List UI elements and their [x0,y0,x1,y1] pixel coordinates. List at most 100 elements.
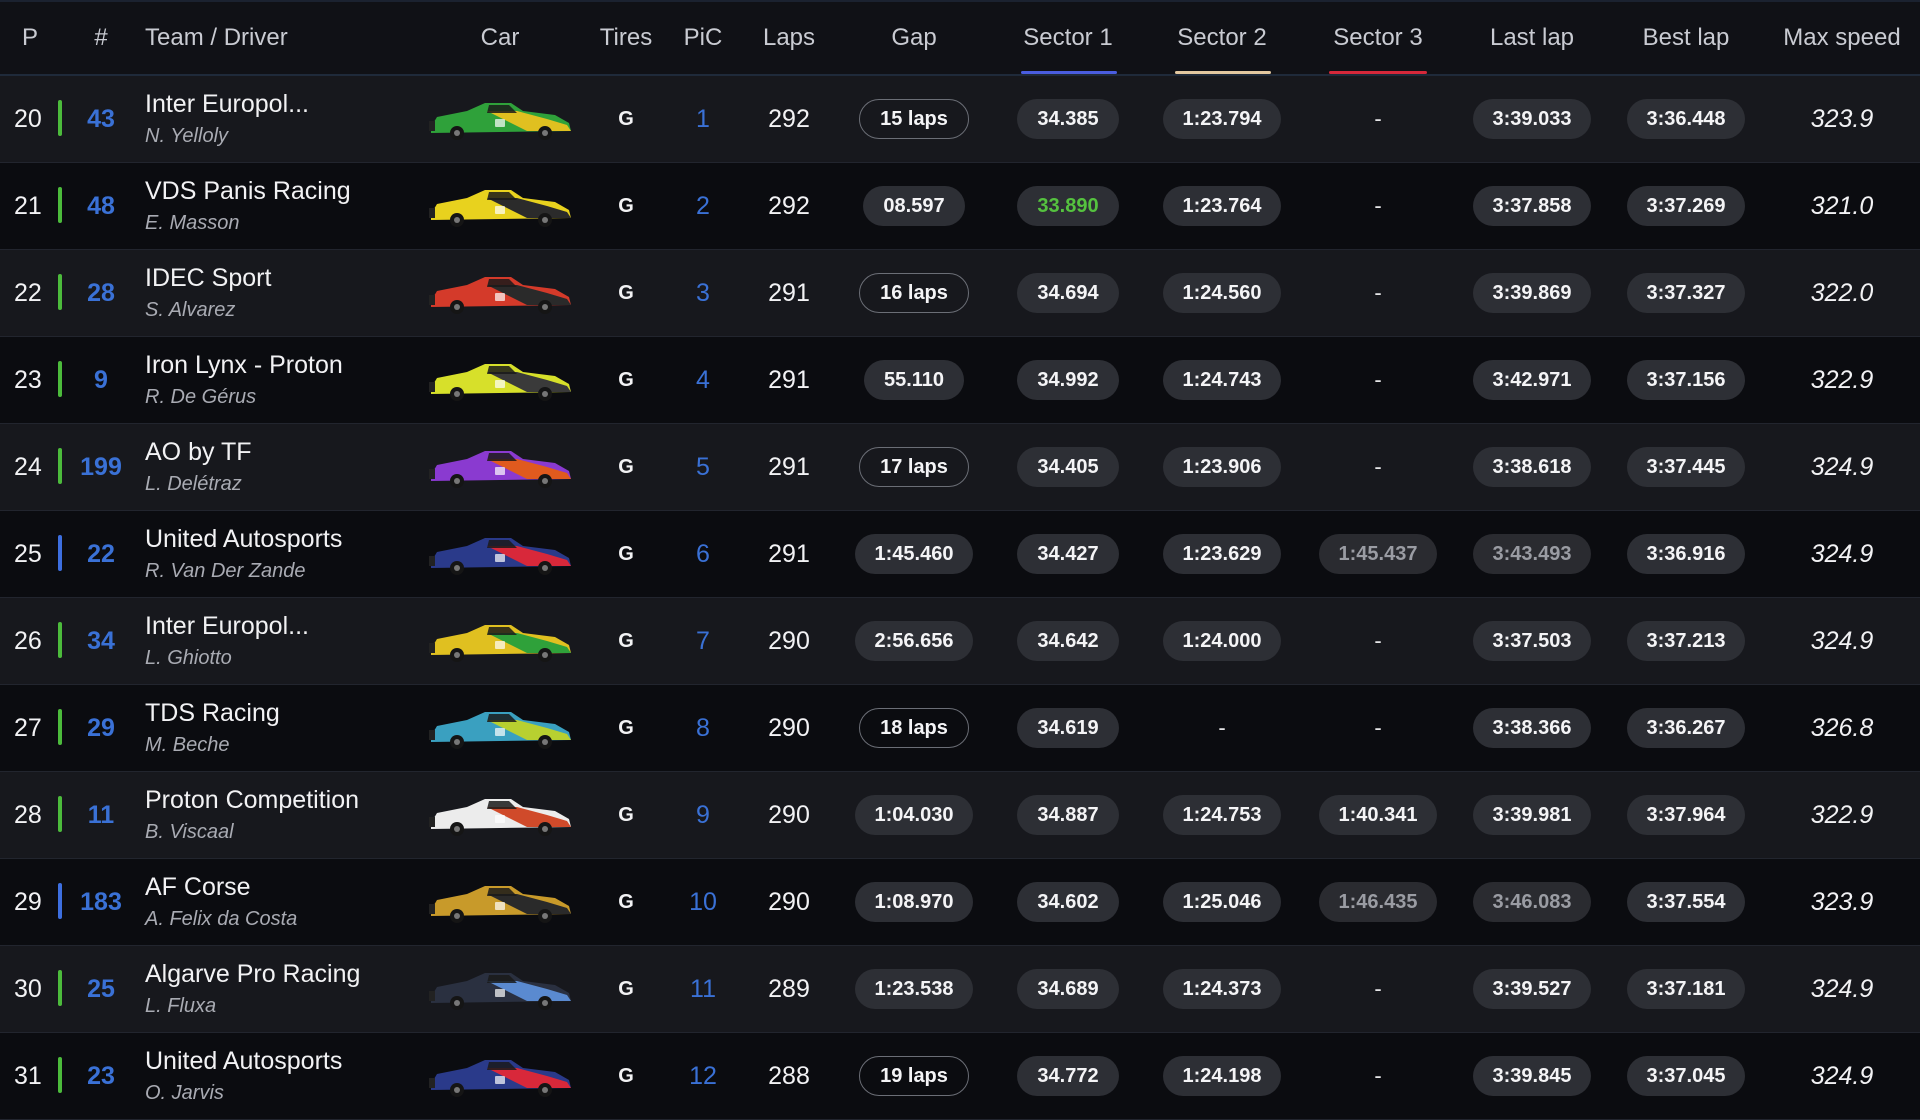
team-driver-cell[interactable]: TDS Racing M. Beche [145,685,415,771]
header-sector3[interactable]: Sector 3 [1300,2,1456,74]
header-sector2[interactable]: Sector 2 [1144,2,1300,74]
team-driver-cell[interactable]: Proton Competition B. Viscaal [145,772,415,858]
header-gap[interactable]: Gap [836,2,992,74]
laps-count: 291 [768,452,810,481]
sector2-cell: 1:24.000 [1144,598,1300,684]
car-number[interactable]: 11 [62,772,140,858]
table-row[interactable]: 28 11 Proton Competition B. Viscaal G 9 … [0,772,1920,859]
best-lap-pill: 3:36.267 [1626,708,1746,748]
sector1-cell: 34.772 [992,1033,1144,1119]
team-name[interactable]: TDS Racing [145,699,415,728]
tire-compound: G [618,194,634,217]
table-row[interactable]: 22 28 IDEC Sport S. Alvarez G 3 291 16 l… [0,250,1920,337]
header-pic[interactable]: PiC [664,2,742,74]
team-name[interactable]: United Autosports [145,1047,415,1076]
car-number[interactable]: 28 [62,250,140,336]
sector1-cell: 33.890 [992,163,1144,249]
team-name[interactable]: VDS Panis Racing [145,177,415,206]
team-driver-cell[interactable]: Algarve Pro Racing L. Fluxa [145,946,415,1032]
driver-name: L. Delétraz [145,473,242,495]
gap-pill: 08.597 [863,186,965,226]
team-driver-cell[interactable]: Inter Europol... L. Ghiotto [145,598,415,684]
car-number[interactable]: 22 [62,511,140,597]
car-number[interactable]: 29 [62,685,140,771]
team-driver-cell[interactable]: United Autosports O. Jarvis [145,1033,415,1119]
sector2-cell: 1:24.373 [1144,946,1300,1032]
car-number[interactable]: 23 [62,1033,140,1119]
race-car-icon [429,103,571,140]
driver-name: O. Jarvis [145,1082,224,1104]
gap-pill: 16 laps [859,273,969,313]
table-row[interactable]: 23 9 Iron Lynx - Proton R. De Gérus G 4 … [0,337,1920,424]
race-car-icon [429,625,571,662]
sector2-pill: 1:24.560 [1162,273,1282,313]
sector2-pill: 1:24.198 [1162,1056,1282,1096]
table-row[interactable]: 24 199 AO by TF L. Delétraz G 5 291 17 l… [0,424,1920,511]
max-speed: 322.0 [1810,278,1874,307]
best-lap-pill: 3:37.045 [1626,1056,1746,1096]
car-number[interactable]: 9 [62,337,140,423]
car-number[interactable]: 25 [62,946,140,1032]
table-row[interactable]: 20 43 Inter Europol... N. Yelloly G 1 29… [0,76,1920,163]
sector2-pill: 1:25.046 [1162,882,1282,922]
team-name[interactable]: AO by TF [145,438,415,467]
laps-count: 290 [768,800,810,829]
last-lap-cell: 3:38.618 [1456,424,1608,510]
last-lap-cell: 3:39.033 [1456,76,1608,162]
tire-compound: G [618,716,634,739]
team-driver-cell[interactable]: Iron Lynx - Proton R. De Gérus [145,337,415,423]
sector3-cell: - [1300,598,1456,684]
race-car-icon [429,190,571,227]
table-row[interactable]: 21 48 VDS Panis Racing E. Masson G 2 292… [0,163,1920,250]
team-name[interactable]: Inter Europol... [145,612,415,641]
position: 28 [14,800,42,829]
header-team-driver[interactable]: Team / Driver [145,2,405,74]
table-row[interactable]: 26 34 Inter Europol... L. Ghiotto G 7 29… [0,598,1920,685]
car-number[interactable]: 34 [62,598,140,684]
table-row[interactable]: 25 22 United Autosports R. Van Der Zande… [0,511,1920,598]
sector1-pill: 34.694 [1017,273,1119,313]
header-tires[interactable]: Tires [588,2,664,74]
team-driver-cell[interactable]: AF Corse A. Felix da Costa [145,859,415,945]
team-driver-cell[interactable]: VDS Panis Racing E. Masson [145,163,415,249]
best-lap-cell: 3:36.267 [1608,685,1764,771]
max-speed: 322.9 [1810,800,1874,829]
car-number[interactable]: 43 [62,76,140,162]
team-name[interactable]: Proton Competition [145,786,415,815]
sector3-pill: 1:46.435 [1318,882,1438,922]
header-sector1[interactable]: Sector 1 [992,2,1144,74]
team-name[interactable]: Inter Europol... [145,90,415,119]
header-last-lap[interactable]: Last lap [1456,2,1608,74]
sector2-cell: 1:25.046 [1144,859,1300,945]
header-laps[interactable]: Laps [742,2,836,74]
car-number[interactable]: 48 [62,163,140,249]
tire-compound: G [618,542,634,565]
team-name[interactable]: United Autosports [145,525,415,554]
table-row[interactable]: 27 29 TDS Racing M. Beche G 8 290 18 lap… [0,685,1920,772]
last-lap-pill: 3:43.493 [1472,534,1592,574]
team-driver-cell[interactable]: Inter Europol... N. Yelloly [145,76,415,162]
header-car[interactable]: Car [420,2,580,74]
table-row[interactable]: 30 25 Algarve Pro Racing L. Fluxa G 11 2… [0,946,1920,1033]
team-name[interactable]: AF Corse [145,873,415,902]
car-number[interactable]: 183 [62,859,140,945]
team-name[interactable]: IDEC Sport [145,264,415,293]
header-max-speed[interactable]: Max speed [1764,2,1920,74]
sector1-cell: 34.602 [992,859,1144,945]
best-lap-cell: 3:37.156 [1608,337,1764,423]
table-row[interactable]: 31 23 United Autosports O. Jarvis G 12 2… [0,1033,1920,1120]
car-livery-image [420,1033,580,1119]
car-number[interactable]: 199 [62,424,140,510]
gap-pill: 1:08.970 [854,882,974,922]
max-speed: 323.9 [1810,887,1874,916]
sector3-value: - [1374,715,1382,740]
team-name[interactable]: Algarve Pro Racing [145,960,415,989]
table-row[interactable]: 29 183 AF Corse A. Felix da Costa G 10 2… [0,859,1920,946]
header-car-number[interactable]: # [62,2,140,74]
team-name[interactable]: Iron Lynx - Proton [145,351,415,380]
team-driver-cell[interactable]: United Autosports R. Van Der Zande [145,511,415,597]
header-best-lap[interactable]: Best lap [1608,2,1764,74]
team-driver-cell[interactable]: AO by TF L. Delétraz [145,424,415,510]
team-driver-cell[interactable]: IDEC Sport S. Alvarez [145,250,415,336]
header-position[interactable]: P [0,2,60,74]
